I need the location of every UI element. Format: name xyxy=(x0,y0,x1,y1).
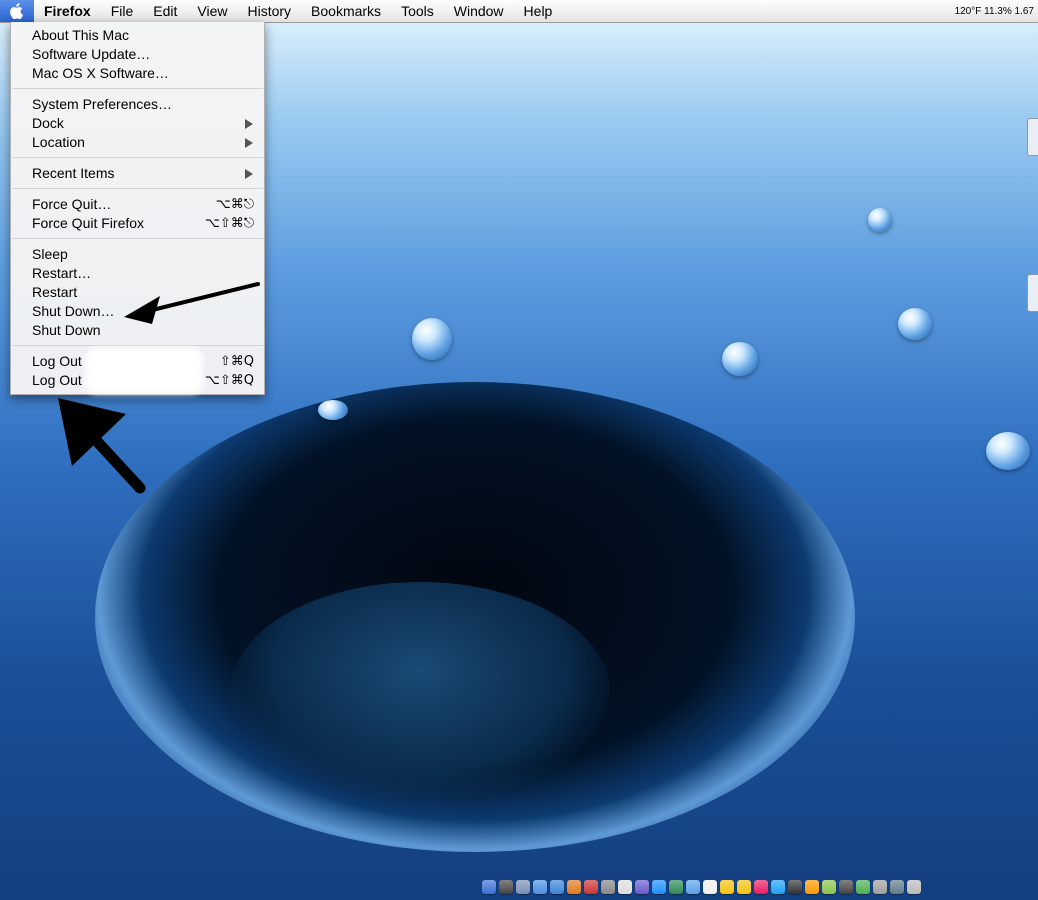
annotation-arrows xyxy=(58,282,260,494)
annotation-arrow-apple-menu xyxy=(58,398,146,494)
annotation-arrow-shut-down xyxy=(124,282,260,324)
